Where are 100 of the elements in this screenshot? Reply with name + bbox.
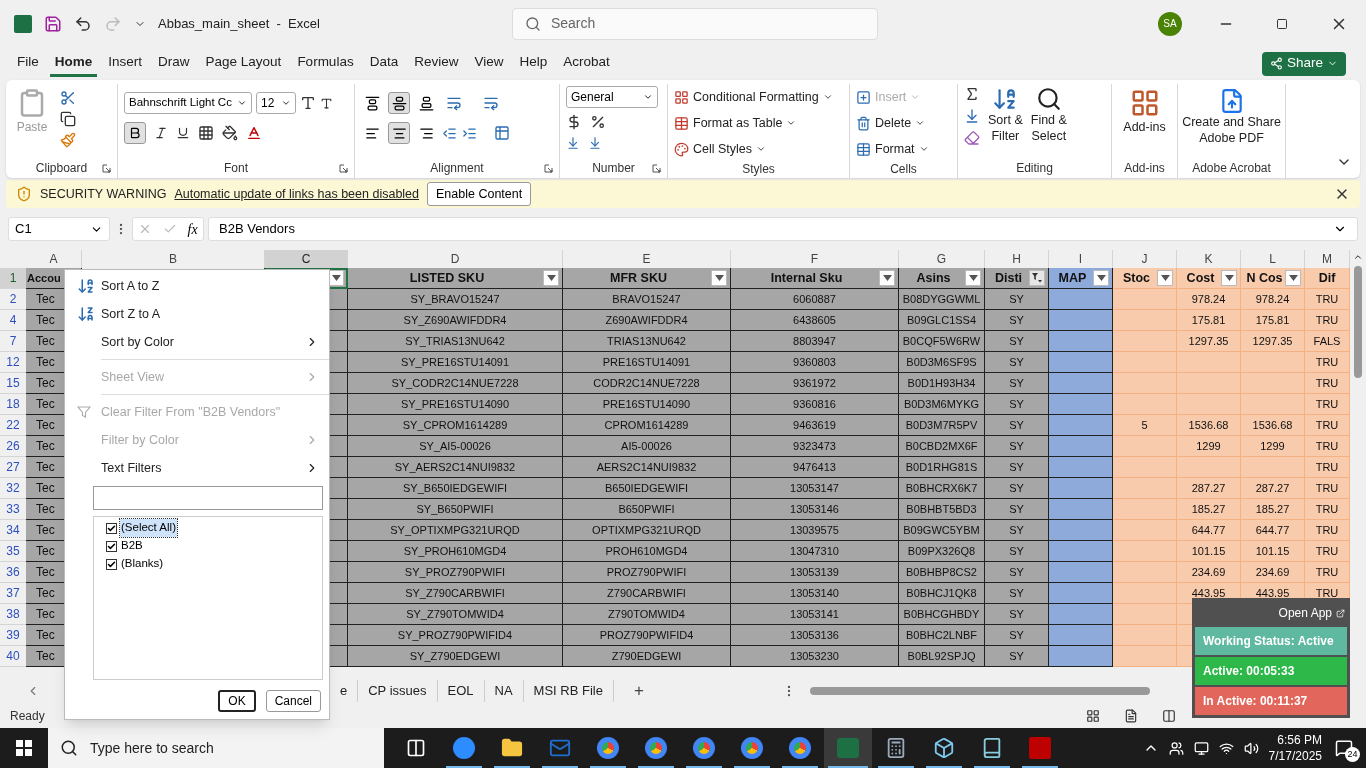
table-cell: B650PWIFI: [563, 499, 731, 520]
add-ins-button[interactable]: Add-ins: [1118, 84, 1171, 158]
filter-value[interactable]: (Blanks): [120, 555, 165, 573]
table-cell: TRU: [1305, 541, 1350, 562]
table-cell: 13053230: [731, 646, 899, 667]
table-cell: SY_BRAVO15247: [348, 289, 563, 310]
clock[interactable]: 6:56 PM 7/17/2025: [1268, 732, 1322, 764]
enable-content-button[interactable]: Enable Content: [427, 182, 532, 206]
table-cell: 175.81: [1177, 310, 1241, 331]
table-cell: 1536.68: [1241, 415, 1305, 436]
open-app-link[interactable]: Open App: [1195, 601, 1347, 625]
insert-function-button[interactable]: fx: [187, 218, 198, 240]
search-field[interactable]: Search: [511, 7, 878, 40]
table-cell: SY: [985, 415, 1049, 436]
add-sheet-button[interactable]: +: [633, 678, 644, 704]
table-cell: AERS2C14NUI9832: [563, 457, 731, 478]
table-cell: 5: [1113, 415, 1177, 436]
table-cell: 185.27: [1241, 499, 1305, 520]
sheet-tab[interactable]: MSI RB File: [523, 680, 614, 702]
user-avatar[interactable]: SA: [1158, 11, 1182, 36]
table-cell: SY: [985, 457, 1049, 478]
styles-menu-button[interactable]: Cell Styles: [674, 138, 833, 160]
table-cell: B0BHBP8CS2: [899, 562, 985, 583]
row-number[interactable]: 1: [0, 268, 26, 289]
table-cell: SY_PRE16STU14090: [348, 394, 563, 415]
table-cell: SY: [985, 499, 1049, 520]
warning-message-link[interactable]: Automatic update of links has been disabled: [174, 184, 419, 204]
ribbon-tab[interactable]: Data: [364, 50, 404, 77]
table-cell: 9361972: [731, 373, 899, 394]
name-box[interactable]: C1: [8, 217, 110, 241]
sheet-tab[interactable]: CP issues: [358, 680, 438, 702]
cells-menu-button[interactable]: Delete: [856, 112, 929, 134]
table-header-cell: N Cos: [1241, 268, 1305, 289]
table-cell: SY: [985, 331, 1049, 352]
cells-menu-button[interactable]: Format: [856, 138, 929, 160]
table-cell: B0CBD2MX6F: [899, 436, 985, 457]
table-cell: 13053146: [731, 499, 899, 520]
taskbar-search-field[interactable]: Type here to search: [48, 728, 384, 768]
filter-value[interactable]: B2B: [120, 537, 144, 555]
table-cell: B0D1RHG81S: [899, 457, 985, 478]
table-cell: CODR2C14NUE7228: [563, 373, 731, 394]
sheet-tab[interactable]: NA: [484, 680, 524, 702]
table-cell: 101.15: [1177, 541, 1241, 562]
table-cell: B08DYGGWML: [899, 289, 985, 310]
ribbon-tab[interactable]: File: [12, 50, 44, 77]
dialog-button[interactable]: OK: [218, 690, 256, 712]
table-header-cell: MFR SKU: [563, 268, 731, 289]
ribbon-tab[interactable]: Page Layout: [200, 50, 287, 77]
table-cell: BRAVO15247: [563, 289, 731, 310]
ribbon-tab[interactable]: Help: [514, 50, 553, 77]
styles-menu-button[interactable]: Format as Table: [674, 112, 833, 134]
table-cell: TRU: [1305, 436, 1350, 457]
table-cell: B0BL92SPJQ: [899, 646, 985, 667]
table-cell: 644.77: [1241, 520, 1305, 541]
ribbon-tab[interactable]: Insert: [103, 50, 148, 77]
table-header-cell: Dif: [1305, 268, 1350, 289]
table-cell: 6060887: [731, 289, 899, 310]
ribbon-tab[interactable]: Review: [409, 50, 464, 77]
find-select-button[interactable]: Find & Select: [1030, 86, 1067, 158]
working-status-bar: Working Status: Active: [1195, 627, 1347, 655]
table-cell: PRE16STU14090: [563, 394, 731, 415]
create-pdf-button[interactable]: Create and Share Adobe PDF: [1184, 84, 1279, 158]
status-text: Ready: [10, 708, 45, 725]
table-cell: B0D3M6SF9S: [899, 352, 985, 373]
table-header-cell: Internal Sku: [731, 268, 899, 289]
table-cell: 8803947: [731, 331, 899, 352]
ribbon-tab[interactable]: Acrobat: [558, 50, 615, 77]
table-cell: B09PX326Q8: [899, 541, 985, 562]
ribbon-tab[interactable]: View: [469, 50, 509, 77]
table-cell: SY_CODR2C14NUE7228: [348, 373, 563, 394]
table-cell: TRU: [1305, 373, 1350, 394]
group-label: Cells: [890, 161, 917, 178]
table-cell: SY: [985, 520, 1049, 541]
table-cell: SY: [985, 583, 1049, 604]
font-size-field[interactable]: 12: [256, 92, 296, 114]
share-button[interactable]: Share: [1261, 51, 1346, 76]
sheet-tab[interactable]: EOL: [437, 680, 485, 702]
formula-field[interactable]: B2B Vendors: [208, 217, 1358, 241]
table-header-cell: LISTED SKU: [348, 268, 563, 289]
table-header-cell: Cost: [1177, 268, 1241, 289]
ribbon-tab[interactable]: Draw: [153, 50, 195, 77]
font-name-field[interactable]: Bahnschrift Light Cc: [124, 92, 252, 114]
dialog-button[interactable]: Cancel: [265, 690, 321, 712]
table-header-cell: Stoc: [1113, 268, 1177, 289]
table-cell: B0D1H93H34: [899, 373, 985, 394]
ribbon-tab[interactable]: Formulas: [292, 50, 359, 77]
ribbon-tab[interactable]: Home: [49, 50, 98, 77]
table-cell: SY_TRIAS13NU642: [348, 331, 563, 352]
table-header-cell: Asins: [899, 268, 985, 289]
sort-filter-button[interactable]: Sort & Filter: [988, 86, 1023, 158]
group-label: Font: [224, 160, 248, 177]
number-format-field[interactable]: General: [566, 86, 658, 108]
styles-menu-button[interactable]: Conditional Formatting: [674, 86, 833, 108]
column-header[interactable]: C: [265, 250, 348, 268]
table-cell: TRU: [1305, 499, 1350, 520]
table-cell: B0CQF5W6RW: [899, 331, 985, 352]
filter-value[interactable]: (Select All): [120, 519, 177, 537]
table-cell: 644.77: [1177, 520, 1241, 541]
table-cell: 13053147: [731, 478, 899, 499]
table-cell: SY: [985, 310, 1049, 331]
